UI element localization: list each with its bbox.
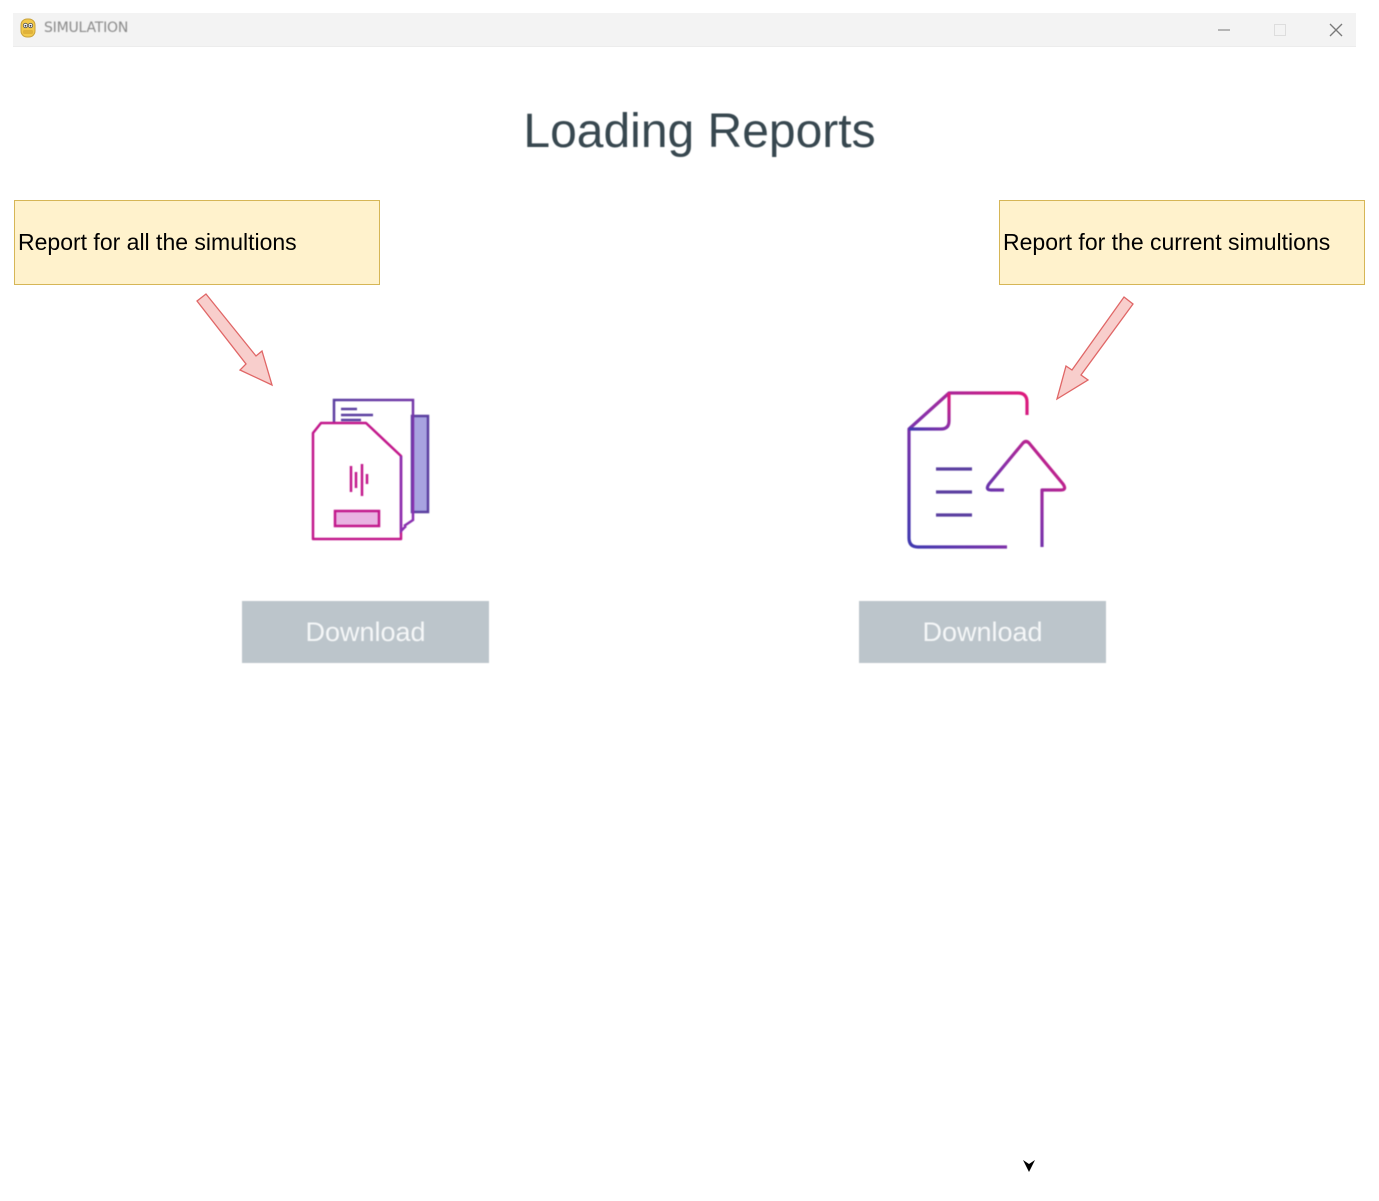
arrow-right [1055,296,1134,401]
maximize-icon [1274,23,1286,36]
window-title: SIMULATION [44,20,129,36]
multiple-documents-icon [308,396,434,544]
callout-label: Report for all the simultions [18,229,297,255]
python-icon [20,18,36,38]
close-icon [1329,23,1343,36]
annotation-arrows [196,293,1134,401]
minimize-button[interactable] [1201,13,1247,46]
title-bar[interactable]: SIMULATION [13,13,1356,47]
maximize-button[interactable] [1257,13,1303,46]
mouse-cursor-icon [1023,1160,1035,1172]
download-all-button[interactable]: Download [242,601,489,663]
arrow-left [196,293,274,387]
callout-label: Report for the current simultions [1003,229,1331,255]
page-title: Loading Reports [523,105,876,158]
download-current-button[interactable]: Download [859,601,1106,663]
download-button-label: Download [922,616,1043,647]
download-button-label: Download [305,616,426,647]
callout-current-simulations: Report for the current simultions [999,200,1365,285]
minimize-icon [1218,28,1230,31]
close-button[interactable] [1313,13,1359,46]
document-upload-icon [905,389,1071,553]
callout-all-simulations: Report for all the simultions [14,200,380,285]
app-window: SIMULATION Loading Reports Report for al… [0,0,1379,1201]
